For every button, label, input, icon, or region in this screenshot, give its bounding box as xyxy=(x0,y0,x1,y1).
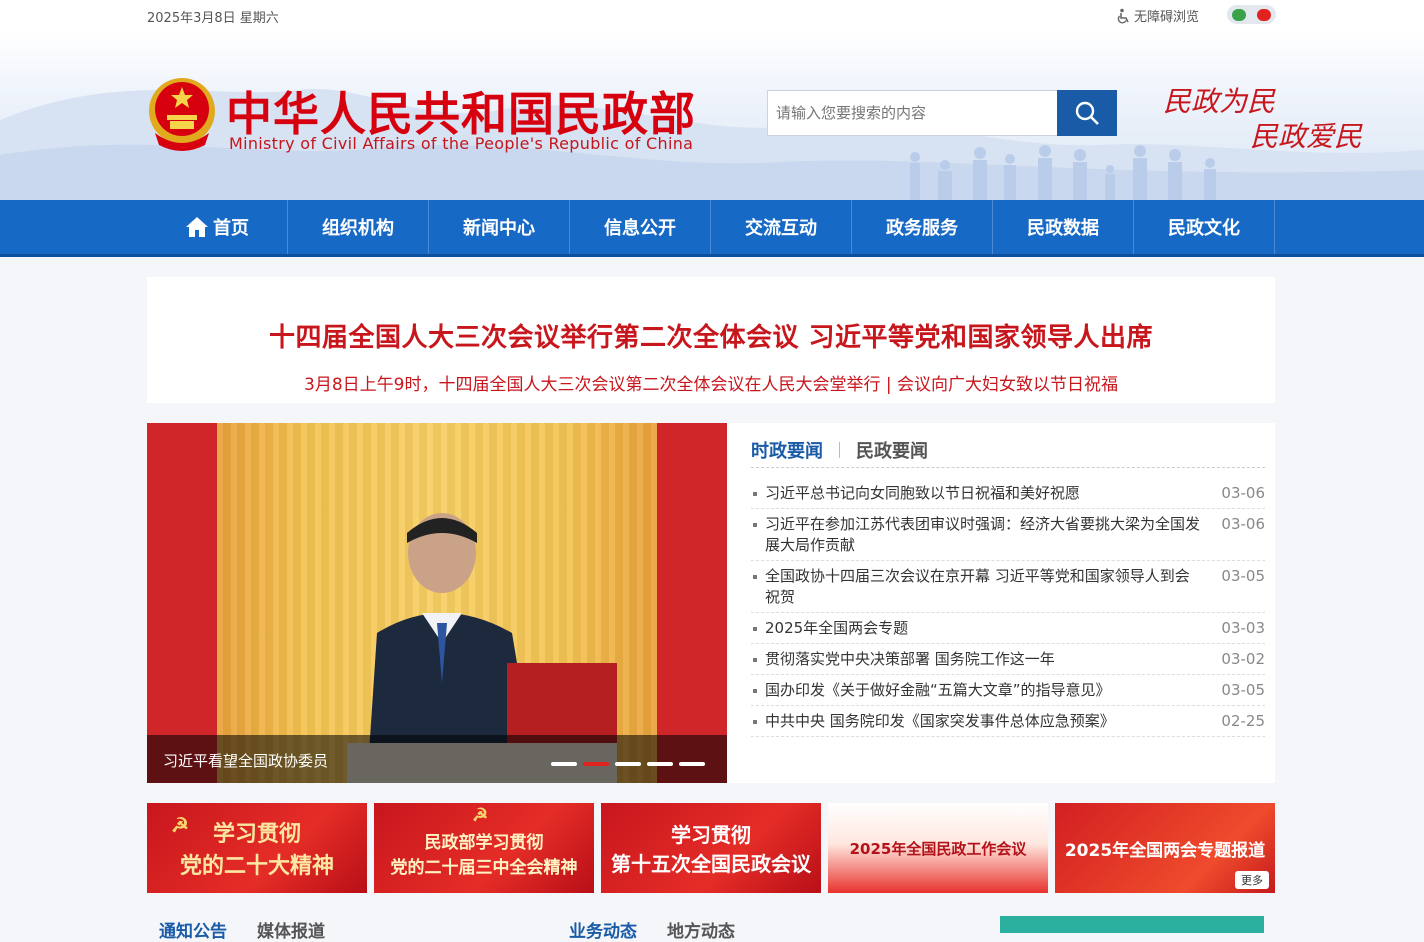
banner-line-1: 2025年全国两会专题报道 xyxy=(1064,840,1266,861)
news-title[interactable]: 贯彻落实党中央决策部署 国务院工作这一年 xyxy=(751,649,1201,670)
topic-banners: ☭ 学习贯彻 党的二十大精神 ☭ 民政部学习贯彻 党的二十届三中全会精神 学习贯… xyxy=(147,803,1275,893)
news-panel: 时政要闻 民政要闻 习近平总书记向女同胞致以节日祝福和美好祝愿 03-06 习近平… xyxy=(727,423,1275,783)
nav-item-label: 组织机构 xyxy=(322,218,394,239)
tab-local-news[interactable]: 地方动态 xyxy=(667,917,735,942)
people-silhouette-decoration xyxy=(910,145,1216,200)
image-carousel[interactable]: 习近平看望全国政协委员 xyxy=(147,423,727,783)
nav-item-label: 信息公开 xyxy=(604,218,676,239)
nav-item-home[interactable]: 首页 xyxy=(147,200,288,254)
search-bar xyxy=(767,90,1117,136)
news-date: 03-02 xyxy=(1221,650,1265,668)
home-icon xyxy=(186,217,208,237)
main-nav: 首页 组织机构 新闻中心 信息公开 交流互动 政务服务 民政数据 民政文化 xyxy=(0,200,1424,257)
site-title-en: Ministry of Civil Affairs of the People'… xyxy=(229,134,694,153)
nav-item-organization[interactable]: 组织机构 xyxy=(288,200,429,254)
accessibility-link[interactable]: 无障碍浏览 xyxy=(1116,6,1199,25)
banner-twentieth-congress[interactable]: ☭ 学习贯彻 党的二十大精神 xyxy=(147,803,367,893)
news-title[interactable]: 2025年全国两会专题 xyxy=(751,618,1201,639)
banner-line-1: 2025年全国民政工作会议 xyxy=(849,839,1027,858)
nav-item-label: 新闻中心 xyxy=(463,218,535,239)
news-title[interactable]: 全国政协十四届三次会议在京开幕 习近平等党和国家领导人到会祝贺 xyxy=(751,566,1201,608)
news-title[interactable]: 习近平总书记向女同胞致以节日祝福和美好祝愿 xyxy=(751,483,1201,504)
banner-fifteenth-civil-conference[interactable]: 学习贯彻 第十五次全国民政会议 xyxy=(601,803,821,893)
banner-line-2: 党的二十届三中全会精神 xyxy=(390,858,578,878)
list-item[interactable]: 中共中央 国务院印发《国家突发事件总体应急预案》 02-25 xyxy=(751,706,1265,737)
carousel-dot[interactable] xyxy=(615,762,641,766)
slogan-line-1: 民政为民 xyxy=(1163,85,1276,118)
list-item[interactable]: 习近平总书记向女同胞致以节日祝福和美好祝愿 03-06 xyxy=(751,478,1265,509)
main-content: 习近平看望全国政协委员 时政要闻 民政要闻 习近平总书记向女同胞致以节日祝福和美… xyxy=(147,423,1275,783)
banner-line-2: 党的二十大精神 xyxy=(179,853,334,879)
headline-title[interactable]: 十四届全国人大三次会议举行第二次全体会议 习近平等党和国家领导人出席 xyxy=(147,277,1275,354)
current-date: 2025年3月8日 星期六 xyxy=(147,11,279,26)
tab-divider xyxy=(839,442,840,458)
banner-line-2: 第十五次全国民政会议 xyxy=(611,852,811,876)
tab-civil-news[interactable]: 民政要闻 xyxy=(856,437,928,463)
nav-item-label: 交流互动 xyxy=(745,218,817,239)
banner-line-1: 学习贯彻 xyxy=(212,821,301,847)
national-emblem-icon xyxy=(149,78,215,151)
carousel-caption[interactable]: 习近平看望全国政协委员 xyxy=(147,735,727,783)
tab-business-news[interactable]: 业务动态 xyxy=(569,917,637,942)
news-date: 03-06 xyxy=(1221,484,1265,502)
carousel-dot[interactable] xyxy=(551,762,577,766)
slogan-line-2: 民政爱民 xyxy=(1250,120,1363,153)
search-button[interactable] xyxy=(1057,90,1117,136)
list-item[interactable]: 习近平在参加江苏代表团审议时强调：经济大省要挑大梁为全国发展大局作贡献 03-06 xyxy=(751,509,1265,561)
party-emblem-icon: ☭ xyxy=(472,805,489,826)
tab-politics-news[interactable]: 时政要闻 xyxy=(751,437,823,463)
headline-section: 十四届全国人大三次会议举行第二次全体会议 习近平等党和国家领导人出席 3月8日上… xyxy=(147,277,1275,403)
list-item[interactable]: 贯彻落实党中央决策部署 国务院工作这一年 03-02 xyxy=(751,644,1265,675)
news-date: 03-05 xyxy=(1221,567,1265,585)
search-icon xyxy=(1075,101,1099,125)
news-date: 02-25 xyxy=(1221,712,1265,730)
nav-item-civil-data[interactable]: 民政数据 xyxy=(993,200,1134,254)
carousel-dot[interactable] xyxy=(679,762,705,766)
nav-item-label: 政务服务 xyxy=(886,218,958,239)
site-header: 中华人民共和国民政部 Ministry of Civil Affairs of … xyxy=(0,30,1424,200)
news-date: 03-06 xyxy=(1221,515,1265,533)
nav-item-label: 首页 xyxy=(213,218,249,239)
tab-media-reports[interactable]: 媒体报道 xyxy=(257,917,325,942)
news-date: 03-03 xyxy=(1221,619,1265,637)
top-bar: 2025年3月8日 星期六 无障碍浏览 xyxy=(0,0,1424,30)
social-links xyxy=(1227,5,1276,24)
news-list: 习近平总书记向女同胞致以节日祝福和美好祝愿 03-06 习近平在参加江苏代表团审议… xyxy=(751,478,1265,737)
banner-third-plenary[interactable]: ☭ 民政部学习贯彻 党的二十届三中全会精神 xyxy=(374,803,594,893)
headline-subtitle[interactable]: 3月8日上午9时，十四届全国人大三次会议第二次全体会议在人民大会堂举行 | 会议… xyxy=(147,370,1275,395)
nav-item-interaction[interactable]: 交流互动 xyxy=(711,200,852,254)
banner-2025-civil-work-conference[interactable]: 2025年全国民政工作会议 xyxy=(828,803,1048,893)
search-input[interactable] xyxy=(767,90,1057,136)
tab-notices[interactable]: 通知公告 xyxy=(159,917,227,942)
list-item[interactable]: 国办印发《关于做好金融“五篇大文章”的指导意见》 03-05 xyxy=(751,675,1265,706)
wheelchair-icon xyxy=(1117,8,1129,23)
news-title[interactable]: 国办印发《关于做好金融“五篇大文章”的指导意见》 xyxy=(751,680,1201,701)
nav-item-label: 民政文化 xyxy=(1168,218,1240,239)
carousel-dot-active[interactable] xyxy=(583,762,609,766)
carousel-dot[interactable] xyxy=(647,762,673,766)
nav-item-news-center[interactable]: 新闻中心 xyxy=(429,200,570,254)
list-item[interactable]: 2025年全国两会专题 03-03 xyxy=(751,613,1265,644)
banner-line-1: 学习贯彻 xyxy=(671,823,751,847)
more-link[interactable]: 更多 xyxy=(1235,871,1269,889)
news-date: 03-05 xyxy=(1221,681,1265,699)
accessibility-label: 无障碍浏览 xyxy=(1134,10,1200,25)
wechat-icon[interactable] xyxy=(1232,8,1247,21)
notice-tabs: 通知公告 媒体报道 xyxy=(159,917,325,942)
news-tabs: 时政要闻 民政要闻 xyxy=(751,433,1265,468)
party-emblem-icon: ☭ xyxy=(171,813,189,837)
nav-item-civil-culture[interactable]: 民政文化 xyxy=(1134,200,1275,254)
banner-line-1: 民政部学习贯彻 xyxy=(424,833,544,853)
list-item[interactable]: 全国政协十四届三次会议在京开幕 习近平等党和国家领导人到会祝贺 03-05 xyxy=(751,561,1265,613)
nav-item-gov-services[interactable]: 政务服务 xyxy=(852,200,993,254)
news-title[interactable]: 习近平在参加江苏代表团审议时强调：经济大省要挑大梁为全国发展大局作贡献 xyxy=(751,514,1201,556)
nav-item-info-disclosure[interactable]: 信息公开 xyxy=(570,200,711,254)
business-tabs: 业务动态 地方动态 xyxy=(569,917,735,942)
weibo-icon[interactable] xyxy=(1256,8,1271,21)
banner-2025-two-sessions[interactable]: 2025年全国两会专题报道 更多 xyxy=(1055,803,1275,893)
news-title[interactable]: 中共中央 国务院印发《国家突发事件总体应急预案》 xyxy=(751,711,1201,732)
service-banner[interactable] xyxy=(1000,916,1264,933)
carousel-dots xyxy=(551,762,705,766)
nav-item-label: 民政数据 xyxy=(1027,218,1099,239)
